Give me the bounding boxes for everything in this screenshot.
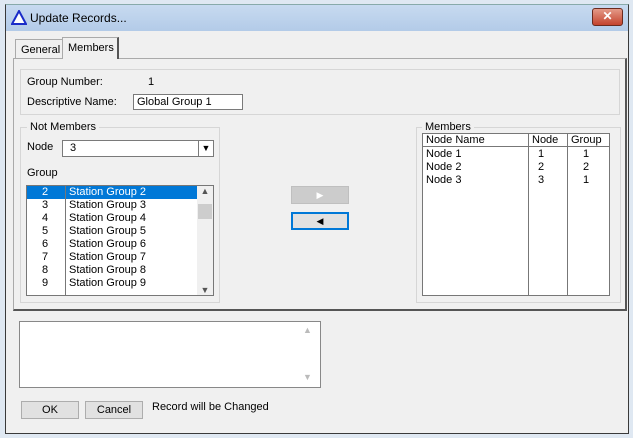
status-text: Record will be Changed xyxy=(152,401,269,413)
group-number: 5 xyxy=(42,225,49,237)
member-node-name: Node 3 xyxy=(426,174,462,186)
members-legend: Members xyxy=(422,121,474,133)
descriptive-name-label: Descriptive Name: xyxy=(27,96,117,108)
group-list-item[interactable]: 9 Station Group 9 xyxy=(27,277,213,290)
descriptive-name-input[interactable]: Global Group 1 xyxy=(133,94,243,110)
group-number: 7 xyxy=(42,251,49,263)
group-number: 9 xyxy=(42,277,49,289)
group-list-item[interactable]: 2 Station Group 2 xyxy=(27,186,197,199)
group-list-item[interactable]: 3 Station Group 3 xyxy=(27,199,213,212)
group-name: Station Group 4 xyxy=(69,212,147,224)
member-row[interactable]: Node 3 3 1 xyxy=(423,174,609,187)
member-node: 2 xyxy=(538,161,545,173)
member-row[interactable]: Node 1 1 1 xyxy=(423,148,609,161)
app-triangle-icon xyxy=(11,10,27,25)
group-name: Station Group 8 xyxy=(69,264,147,276)
window-title: Update Records... xyxy=(30,11,127,25)
group-name: Station Group 5 xyxy=(69,225,147,237)
node-combobox-value: 3 xyxy=(70,142,77,154)
textarea-scroll-down-icon[interactable]: ▼ xyxy=(303,372,312,382)
notes-textarea[interactable] xyxy=(19,321,321,388)
group-number: 2 xyxy=(42,186,49,198)
remove-member-button[interactable]: ◀ xyxy=(291,212,349,230)
group-name: Station Group 3 xyxy=(69,199,147,211)
group-number-label: Group Number: xyxy=(27,76,103,88)
ok-button[interactable]: OK xyxy=(21,401,79,419)
scroll-down-icon[interactable]: ▼ xyxy=(197,285,213,295)
group-list-item[interactable]: 7 Station Group 7 xyxy=(27,251,213,264)
cancel-button[interactable]: Cancel xyxy=(85,401,143,419)
group-number: 4 xyxy=(42,212,49,224)
member-group: 2 xyxy=(583,161,590,173)
group-number: 6 xyxy=(42,238,49,250)
scroll-up-icon[interactable]: ▲ xyxy=(197,186,213,196)
scroll-thumb[interactable] xyxy=(198,204,212,219)
member-node-name: Node 2 xyxy=(426,161,462,173)
group-list-item[interactable]: 6 Station Group 6 xyxy=(27,238,213,251)
group-list-item[interactable]: 4 Station Group 4 xyxy=(27,212,213,225)
close-button[interactable]: ✕ xyxy=(592,8,623,26)
dropdown-arrow-icon[interactable]: ▼ xyxy=(198,141,213,156)
node-combobox[interactable]: 3 ▼ xyxy=(62,140,214,157)
header-node-name[interactable]: Node Name xyxy=(426,134,485,146)
tab-members[interactable]: Members xyxy=(62,37,119,59)
group-list-item[interactable]: 8 Station Group 8 xyxy=(27,264,213,277)
header-group[interactable]: Group xyxy=(571,134,602,146)
textarea-scroll-up-icon[interactable]: ▲ xyxy=(303,325,312,335)
members-listview[interactable]: Node Name Node Group Node 1 1 1 Node 2 2 2 Nod… xyxy=(422,133,610,296)
member-node: 1 xyxy=(538,148,545,160)
group-name: Station Group 7 xyxy=(69,251,147,263)
header-node[interactable]: Node xyxy=(532,134,558,146)
member-group: 1 xyxy=(583,174,590,186)
member-node: 3 xyxy=(538,174,545,186)
group-name: Station Group 2 xyxy=(69,186,147,198)
member-row[interactable]: Node 2 2 2 xyxy=(423,161,609,174)
listbox-scrollbar[interactable]: ▲ ▼ xyxy=(197,186,213,295)
arrow-left-icon: ◀ xyxy=(316,216,324,226)
node-label: Node xyxy=(27,141,54,153)
arrow-right-icon: ▶ xyxy=(316,190,324,200)
not-members-listbox[interactable]: 2 Station Group 2 3 Station Group 3 4 Station… xyxy=(26,185,214,296)
group-list-item[interactable]: 5 Station Group 5 xyxy=(27,225,213,238)
add-member-button[interactable]: ▶ xyxy=(291,186,349,204)
group-number-value: 1 xyxy=(148,76,155,88)
tab-general[interactable]: General xyxy=(15,39,63,58)
member-node-name: Node 1 xyxy=(426,148,462,160)
group-label: Group xyxy=(27,167,58,179)
not-members-legend: Not Members xyxy=(27,121,100,133)
group-number: 3 xyxy=(42,199,49,211)
group-number: 8 xyxy=(42,264,49,276)
member-group: 1 xyxy=(583,148,590,160)
group-info-box xyxy=(20,69,620,115)
group-name: Station Group 6 xyxy=(69,238,147,250)
group-name: Station Group 9 xyxy=(69,277,147,289)
